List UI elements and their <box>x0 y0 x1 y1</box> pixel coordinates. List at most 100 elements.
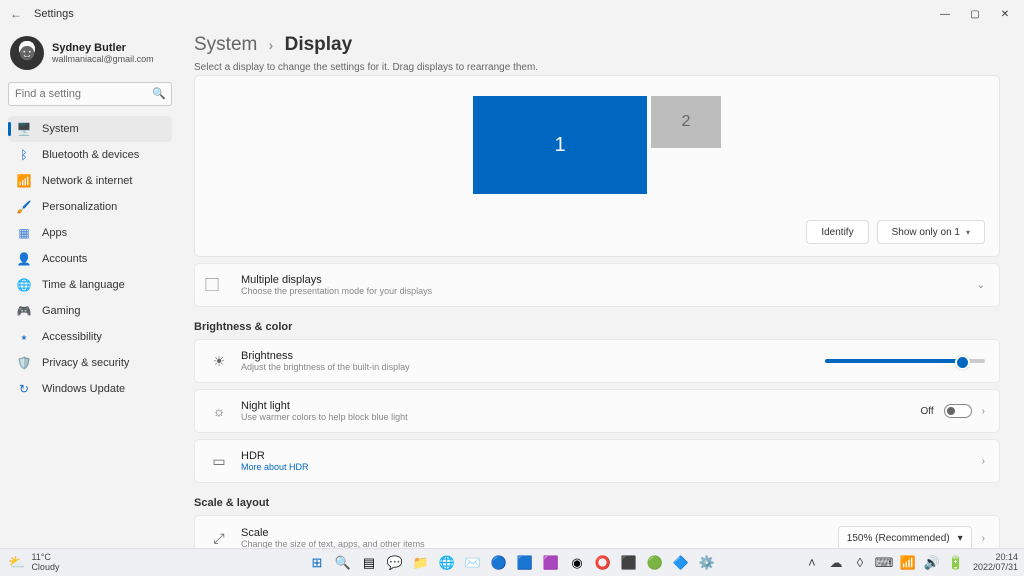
sidebar-item-network[interactable]: 📶 Network & internet <box>8 168 172 194</box>
onedrive-icon[interactable]: ☁ <box>825 552 847 574</box>
night-light-toggle[interactable] <box>944 404 972 418</box>
night-light-desc: Use warmer colors to help block blue lig… <box>241 412 408 422</box>
night-light-row[interactable]: ☼ Night light Use warmer colors to help … <box>194 389 1000 433</box>
globe-icon: 🌐 <box>16 277 32 293</box>
steam-icon[interactable]: ◉ <box>566 552 588 574</box>
hdr-link[interactable]: More about HDR <box>241 462 309 472</box>
sidebar-item-personalization[interactable]: 🖌️Personalization <box>8 194 172 220</box>
battery-tray-icon[interactable]: 🔋 <box>945 552 967 574</box>
app-icon-5[interactable]: 🔷 <box>670 552 692 574</box>
tray-overflow-icon[interactable]: ˄ <box>801 552 823 574</box>
scale-desc: Change the size of text, apps, and other… <box>241 539 425 548</box>
night-light-title: Night light <box>241 400 408 412</box>
language-icon[interactable]: ⌨ <box>873 552 895 574</box>
monitor-2[interactable]: 2 <box>651 96 721 148</box>
sidebar-item-system[interactable]: 🖥️ System <box>8 116 172 142</box>
displays-icon: ⃞ <box>209 275 229 295</box>
identify-label: Identify <box>821 227 853 238</box>
sidebar-item-bluetooth[interactable]: ᛒ Bluetooth & devices <box>8 142 172 168</box>
bluetooth-icon: ᛒ <box>16 147 32 163</box>
chevron-right-icon: › <box>982 456 985 467</box>
chevron-right-icon: › <box>982 533 985 544</box>
sun-icon: ☀ <box>209 351 229 371</box>
sidebar-item-label: Gaming <box>42 305 81 317</box>
app-icon-3[interactable]: ⭕ <box>592 552 614 574</box>
weather-cond: Cloudy <box>31 563 59 573</box>
brush-icon: 🖌️ <box>16 199 32 215</box>
chevron-right-icon: › <box>269 37 274 53</box>
breadcrumb-current: Display <box>285 34 353 55</box>
sidebar-item-privacy[interactable]: 🛡️ Privacy & security <box>8 350 172 376</box>
chat-icon[interactable]: 💬 <box>384 552 406 574</box>
sidebar-item-label: System <box>42 123 79 135</box>
hdr-icon: ▭ <box>209 451 229 471</box>
hdr-title: HDR <box>241 450 309 462</box>
settings-icon[interactable]: ⚙️ <box>696 552 718 574</box>
weather-icon: ⛅ <box>8 555 25 570</box>
mail-icon[interactable]: ✉️ <box>462 552 484 574</box>
display-arrangement: 1 2 Identify Show only on 1▾ <box>194 75 1000 257</box>
accessibility-icon: ⭑ <box>16 329 32 345</box>
sidebar-item-label: Accessibility <box>42 331 102 343</box>
sidebar-item-label: Privacy & security <box>42 357 129 369</box>
scale-value: 150% (Recommended) <box>847 533 950 544</box>
identify-button[interactable]: Identify <box>806 220 868 244</box>
app-icon-2[interactable]: 🟪 <box>540 552 562 574</box>
chevron-down-icon: ⌄ <box>977 280 985 291</box>
scale-row[interactable]: ⤢ Scale Change the size of text, apps, a… <box>194 515 1000 548</box>
avatar: ☻ <box>10 36 44 70</box>
sidebar-item-gaming[interactable]: 🎮Gaming <box>8 298 172 324</box>
wifi-tray-icon[interactable]: 📶 <box>897 552 919 574</box>
volume-tray-icon[interactable]: 🔊 <box>921 552 943 574</box>
tray-icon[interactable]: ◊ <box>849 552 871 574</box>
back-button[interactable]: ← <box>4 2 28 26</box>
start-button[interactable]: ⊞ <box>306 552 328 574</box>
sidebar-item-label: Accounts <box>42 253 87 265</box>
monitor-1[interactable]: 1 <box>473 96 647 194</box>
edge-icon[interactable]: 🌐 <box>436 552 458 574</box>
chevron-right-icon: › <box>982 406 985 417</box>
taskbar-search-icon[interactable]: 🔍 <box>332 552 354 574</box>
breadcrumb-parent[interactable]: System <box>194 34 257 55</box>
minimize-button[interactable]: — <box>930 2 960 26</box>
taskbar-clock[interactable]: 20:14 2022/07/31 <box>973 553 1018 573</box>
sidebar-item-accounts[interactable]: 👤Accounts <box>8 246 172 272</box>
chrome-icon[interactable]: 🔵 <box>488 552 510 574</box>
multiple-displays-desc: Choose the presentation mode for your di… <box>241 286 432 296</box>
sidebar-item-label: Bluetooth & devices <box>42 149 139 161</box>
sidebar-item-label: Network & internet <box>42 175 132 187</box>
sidebar-item-apps[interactable]: ▦Apps <box>8 220 172 246</box>
chevron-down-icon: ▾ <box>958 533 963 544</box>
weather-widget[interactable]: ⛅ 11°C Cloudy <box>0 553 59 573</box>
brightness-slider[interactable] <box>825 359 985 363</box>
clock-date: 2022/07/31 <box>973 563 1018 573</box>
moon-icon: ☼ <box>209 401 229 421</box>
wifi-icon: 📶 <box>16 173 32 189</box>
sidebar-item-accessibility[interactable]: ⭑ Accessibility <box>8 324 172 350</box>
sidebar-item-time-language[interactable]: 🌐Time & language <box>8 272 172 298</box>
section-brightness-color: Brightness & color <box>194 321 1000 333</box>
taskbar: ⛅ 11°C Cloudy ⊞ 🔍 ▤ 💬 📁 🌐 ✉️ 🔵 🟦 🟪 ◉ ⭕ ⬛… <box>0 548 1024 576</box>
multiple-displays-row[interactable]: ⃞ Multiple displays Choose the presentat… <box>194 263 1000 307</box>
task-view-icon[interactable]: ▤ <box>358 552 380 574</box>
system-icon: 🖥️ <box>16 121 32 137</box>
sidebar-item-windows-update[interactable]: ↻Windows Update <box>8 376 172 402</box>
scale-dropdown[interactable]: 150% (Recommended) ▾ <box>838 526 972 548</box>
brightness-desc: Adjust the brightness of the built-in di… <box>241 362 410 372</box>
hdr-row[interactable]: ▭ HDR More about HDR › <box>194 439 1000 483</box>
multiple-displays-title: Multiple displays <box>241 274 432 286</box>
app-icon-4[interactable]: ⬛ <box>618 552 640 574</box>
user-name: Sydney Butler <box>52 42 154 54</box>
search-input[interactable] <box>8 82 172 106</box>
close-button[interactable]: ✕ <box>990 2 1020 26</box>
breadcrumb: System › Display <box>194 34 1000 56</box>
show-only-dropdown[interactable]: Show only on 1▾ <box>877 220 985 244</box>
user-account-block[interactable]: ☻ Sydney Butler wallmaniacal@gmail.com <box>8 34 172 72</box>
show-only-label: Show only on 1 <box>892 227 960 238</box>
spotify-icon[interactable]: 🟢 <box>644 552 666 574</box>
scale-icon: ⤢ <box>209 528 229 548</box>
app-icon[interactable]: 🟦 <box>514 552 536 574</box>
shield-icon: 🛡️ <box>16 355 32 371</box>
maximize-button[interactable]: ▢ <box>960 2 990 26</box>
explorer-icon[interactable]: 📁 <box>410 552 432 574</box>
